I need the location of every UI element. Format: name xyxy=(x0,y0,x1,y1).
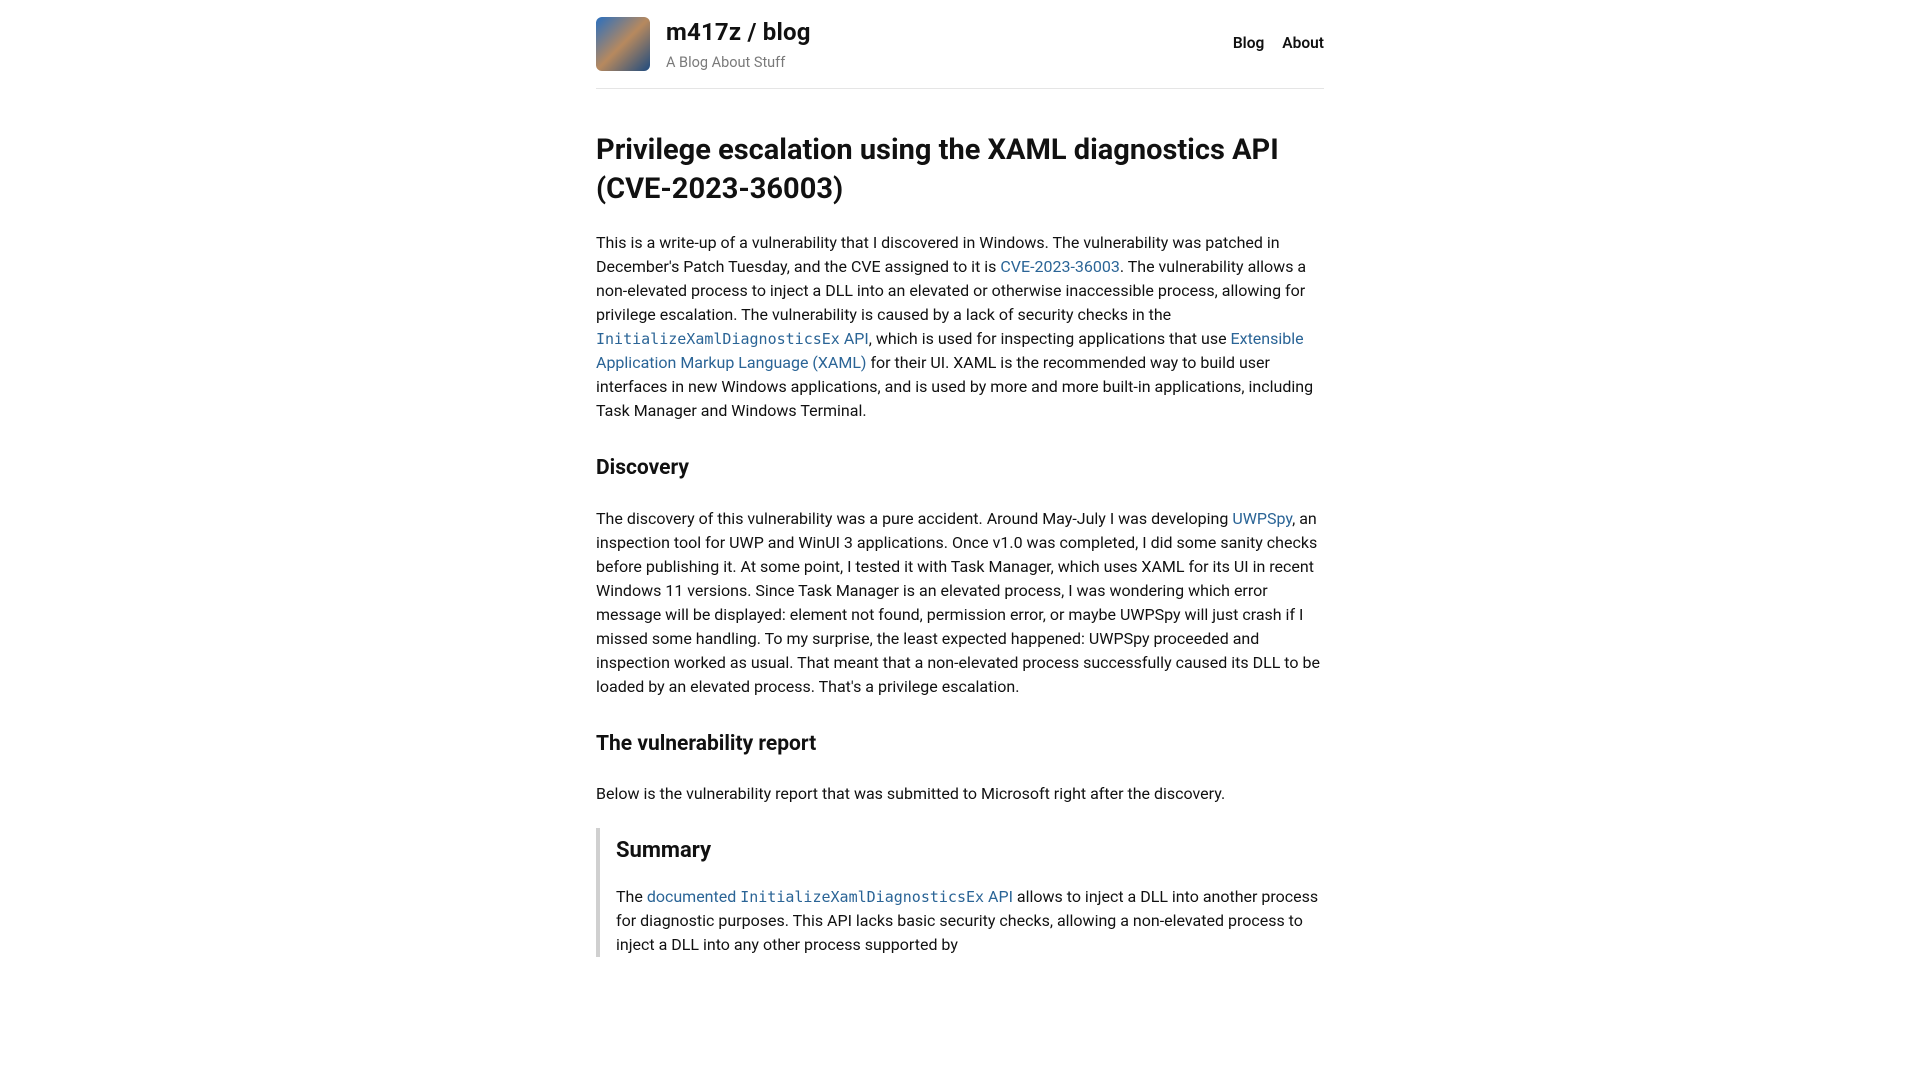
discovery-paragraph: The discovery of this vulnerability was … xyxy=(596,507,1324,699)
summary-heading: Summary xyxy=(616,834,1324,867)
report-lead: Below is the vulnerability report that w… xyxy=(596,782,1324,806)
api-code: InitializeXamlDiagnosticsEx xyxy=(740,888,984,906)
site-nav: Blog About xyxy=(1233,32,1324,55)
intro-paragraph: This is a write-up of a vulnerability th… xyxy=(596,231,1324,423)
uwpspy-link[interactable]: UWPSpy xyxy=(1232,509,1292,528)
site-tagline: A Blog About Stuff xyxy=(666,52,811,74)
avatar[interactable] xyxy=(596,17,650,71)
api-link[interactable]: InitializeXamlDiagnosticsEx API xyxy=(596,329,869,348)
discovery-heading: Discovery xyxy=(596,453,1324,485)
api-link-tail: API xyxy=(984,887,1013,906)
documented-text: documented xyxy=(647,887,740,906)
post-title: Privilege escalation using the XAML diag… xyxy=(596,131,1324,209)
report-blockquote: Summary The documented InitializeXamlDia… xyxy=(596,828,1324,957)
nav-blog[interactable]: Blog xyxy=(1233,32,1264,55)
post: Privilege escalation using the XAML diag… xyxy=(596,131,1324,957)
nav-about[interactable]: About xyxy=(1282,32,1324,55)
discovery-text: The discovery of this vulnerability was … xyxy=(596,509,1232,528)
cve-link[interactable]: CVE-2023-36003 xyxy=(1000,257,1119,276)
discovery-text: , an inspection tool for UWP and WinUI 3… xyxy=(596,509,1320,696)
report-heading: The vulnerability report xyxy=(596,729,1324,761)
api-link-tail: API xyxy=(840,329,869,348)
site-brand: m417z / blog A Blog About Stuff xyxy=(596,14,811,74)
summary-paragraph: The documented InitializeXamlDiagnostics… xyxy=(616,885,1324,957)
site-title[interactable]: m417z / blog xyxy=(666,14,811,50)
api-code: InitializeXamlDiagnosticsEx xyxy=(596,330,840,348)
summary-text: The xyxy=(616,887,647,906)
documented-api-link[interactable]: documented InitializeXamlDiagnosticsEx A… xyxy=(647,887,1013,906)
site-header: m417z / blog A Blog About Stuff Blog Abo… xyxy=(596,0,1324,89)
intro-text: , which is used for inspecting applicati… xyxy=(869,329,1231,348)
